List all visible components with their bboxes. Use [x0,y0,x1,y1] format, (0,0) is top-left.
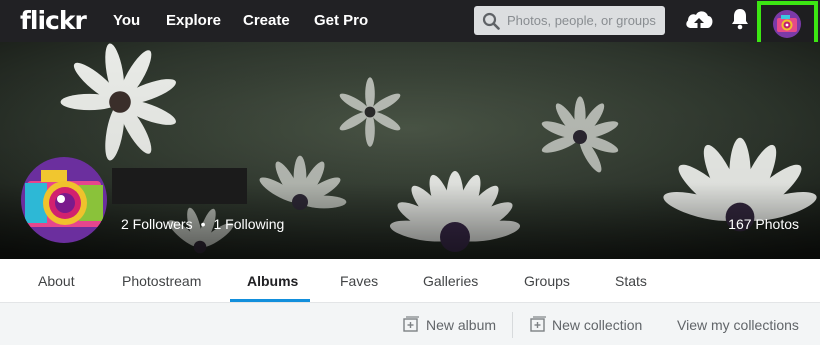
followers-link[interactable]: 2 Followers [121,216,193,232]
tab-groups[interactable]: Groups [524,273,570,289]
tab-stats[interactable]: Stats [615,273,647,289]
top-nav: flickr You Explore Create Get Pro Photos… [0,0,820,58]
tab-faves[interactable]: Faves [340,273,378,289]
nav-get-pro[interactable]: Get Pro [314,12,368,30]
separator-dot: • [200,216,206,232]
actions-divider [512,312,513,338]
new-album-button[interactable]: New album [426,317,496,333]
tab-photostream[interactable]: Photostream [122,273,201,289]
nav-you[interactable]: You [113,12,140,30]
nav-explore[interactable]: Explore [166,12,221,30]
new-collection-button[interactable]: New collection [552,317,642,333]
profile-avatar[interactable] [21,157,107,243]
following-link[interactable]: 1 Following [214,216,285,232]
profile-tabs: About Photostream Albums Faves Galleries… [0,259,820,303]
tab-galleries[interactable]: Galleries [423,273,478,289]
search-placeholder: Photos, people, or groups [507,13,656,28]
bell-icon[interactable] [730,8,750,30]
follow-stats: 2 Followers • 1 Following [121,216,284,232]
search-icon [482,12,500,30]
tab-albums[interactable]: Albums [247,273,298,289]
search-input[interactable]: Photos, people, or groups [474,6,665,35]
new-collection-icon [530,316,546,332]
active-tab-indicator [230,299,310,302]
new-album-icon [403,316,419,332]
album-actions-bar: New album New collection View my collect… [0,304,820,345]
photo-count: 167 Photos [728,216,799,232]
cloud-upload-icon[interactable] [684,6,714,34]
profile-name-redacted [112,168,247,204]
nav-create[interactable]: Create [243,12,290,30]
view-collections-link[interactable]: View my collections [677,317,799,333]
flickr-logo[interactable]: flickr [20,6,87,36]
avatar [773,10,801,38]
tab-about[interactable]: About [38,273,75,289]
cover-photo: 2 Followers • 1 Following 167 Photos [0,42,820,259]
